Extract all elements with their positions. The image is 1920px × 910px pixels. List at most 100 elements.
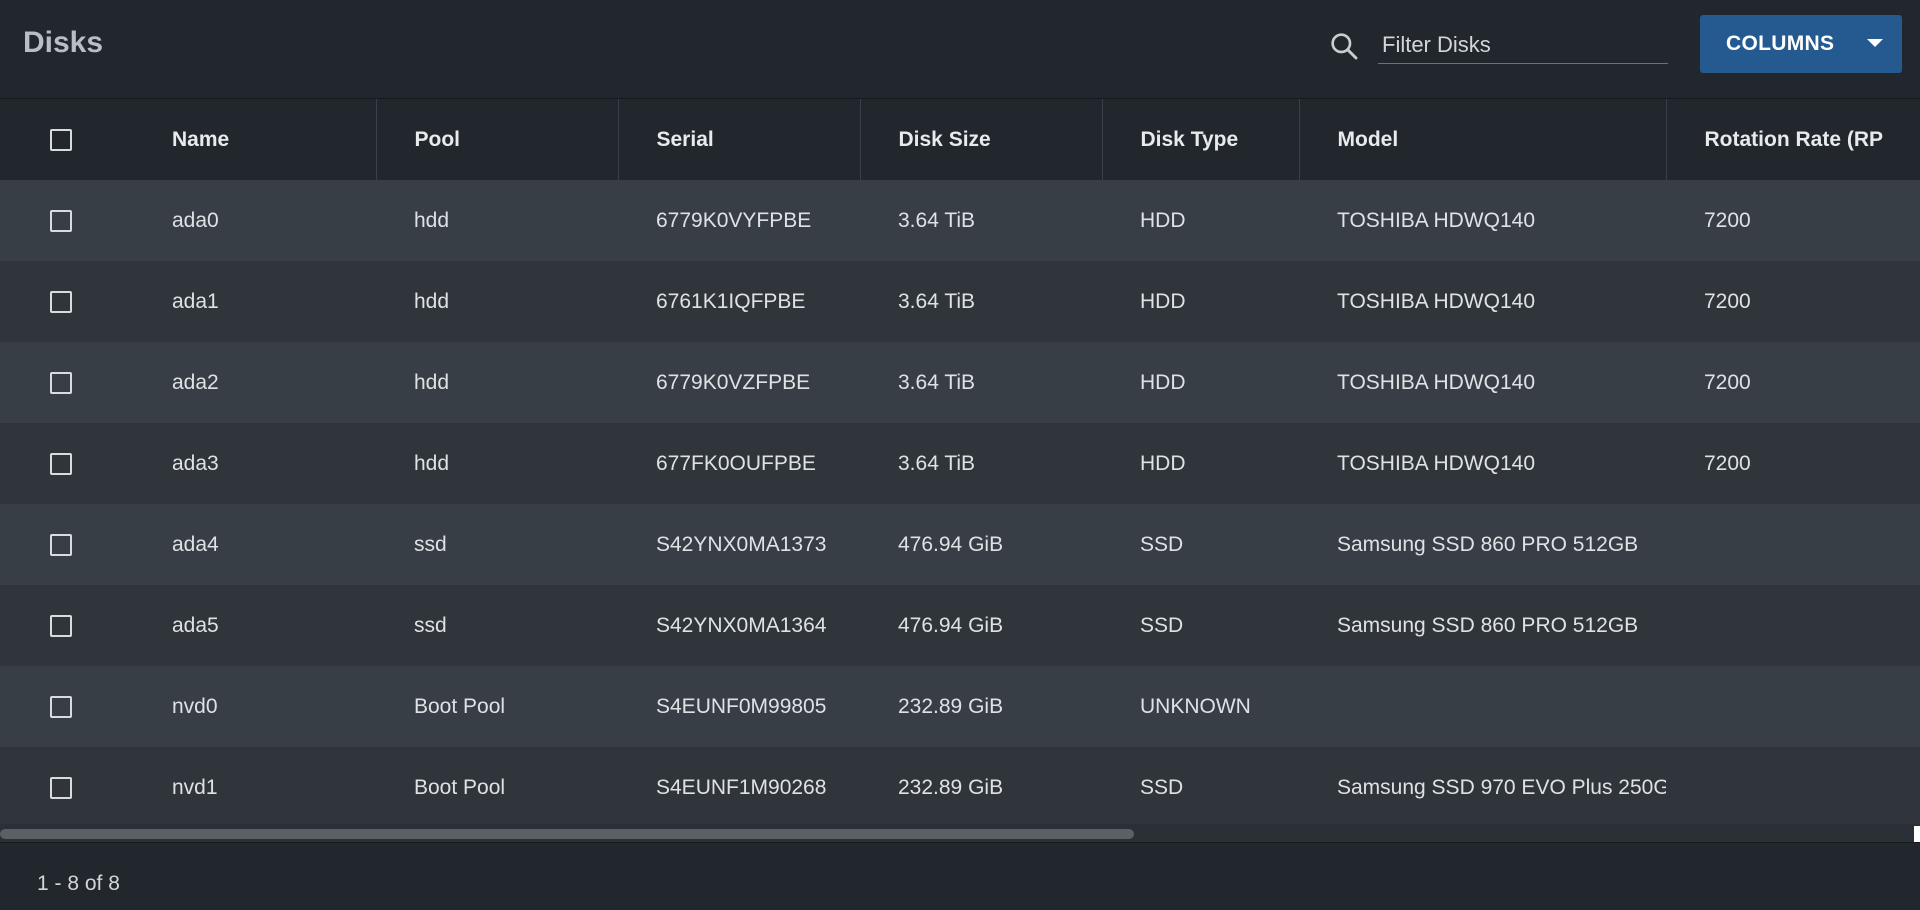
- column-header-pool[interactable]: Pool: [376, 99, 619, 180]
- cell-name: nvd1: [172, 775, 218, 799]
- search-icon[interactable]: [1328, 30, 1360, 62]
- table-row[interactable]: nvd1 Boot Pool S4EUNF1M90268 232.89 GiB …: [0, 747, 1920, 824]
- cell-pool: hdd: [414, 289, 450, 313]
- cell-serial: 6779K0VZFPBE: [656, 370, 811, 394]
- table-row[interactable]: nvd0 Boot Pool S4EUNF0M99805 232.89 GiB …: [0, 666, 1920, 747]
- cell-name: ada1: [172, 289, 219, 313]
- cell-rotation-rate: 7200: [1704, 208, 1751, 232]
- cell-rotation-rate: [1666, 585, 1920, 666]
- column-header-disk-type[interactable]: Disk Type: [1102, 99, 1300, 180]
- row-select-cell: [0, 666, 134, 747]
- cell-rotation-rate: [1666, 504, 1920, 585]
- cell-name: ada0: [172, 208, 219, 232]
- table-footer: 1 - 8 of 8: [0, 842, 1920, 910]
- cell-disk-type: SSD: [1140, 775, 1184, 799]
- row-checkbox[interactable]: [50, 371, 72, 394]
- columns-button[interactable]: COLUMNS: [1700, 15, 1902, 73]
- table-row[interactable]: ada4 ssd S42YNX0MA1373 476.94 GiB SSD Sa…: [0, 504, 1920, 585]
- select-all-cell: [0, 99, 134, 180]
- cell-disk-size: 3.64 TiB: [898, 289, 976, 313]
- cell-serial: 6779K0VYFPBE: [656, 208, 812, 232]
- cell-serial: S4EUNF0M99805: [656, 694, 827, 718]
- cell-disk-type: UNKNOWN: [1140, 694, 1251, 718]
- cell-model: TOSHIBA HDWQ140: [1337, 289, 1536, 313]
- horizontal-scrollbar[interactable]: [0, 824, 1920, 842]
- row-checkbox[interactable]: [50, 209, 72, 232]
- cell-name: ada4: [172, 532, 219, 556]
- cell-pool: ssd: [414, 613, 447, 637]
- row-select-cell: [0, 585, 134, 666]
- table-row[interactable]: ada3 hdd 677FK0OUFPBE 3.64 TiB HDD TOSHI…: [0, 423, 1920, 504]
- row-checkbox[interactable]: [50, 776, 72, 799]
- horizontal-scrollbar-thumb[interactable]: [0, 829, 1134, 839]
- cell-serial: S42YNX0MA1364: [656, 613, 827, 637]
- cell-rotation-rate: [1666, 747, 1920, 824]
- page-title: Disks: [23, 26, 104, 59]
- cell-model: TOSHIBA HDWQ140: [1337, 370, 1536, 394]
- cell-pool: hdd: [414, 370, 450, 394]
- cell-rotation-rate: 7200: [1704, 451, 1751, 475]
- filter-disks-input[interactable]: [1378, 26, 1668, 64]
- cell-name: ada2: [172, 370, 219, 394]
- row-select-cell: [0, 747, 134, 824]
- cell-disk-size: 3.64 TiB: [898, 208, 976, 232]
- table-row[interactable]: ada2 hdd 6779K0VZFPBE 3.64 TiB HDD TOSHI…: [0, 342, 1920, 423]
- cell-pool: hdd: [414, 208, 450, 232]
- row-checkbox[interactable]: [50, 290, 72, 313]
- row-checkbox[interactable]: [50, 452, 72, 475]
- table-row[interactable]: ada1 hdd 6761K1IQFPBE 3.64 TiB HDD TOSHI…: [0, 261, 1920, 342]
- cell-disk-type: SSD: [1140, 613, 1184, 637]
- table-row[interactable]: ada0 hdd 6779K0VYFPBE 3.64 TiB HDD TOSHI…: [0, 180, 1920, 261]
- row-checkbox[interactable]: [50, 533, 72, 556]
- select-all-checkbox[interactable]: [50, 128, 72, 151]
- cell-model: Samsung SSD 860 PRO 512GB: [1337, 613, 1639, 637]
- cell-disk-size: 232.89 GiB: [898, 775, 1004, 799]
- table-header-row: Name Pool Serial Disk Size Disk Type Mod…: [0, 99, 1920, 180]
- cell-serial: S4EUNF1M90268: [656, 775, 827, 799]
- scrollbar-corner: [1914, 826, 1920, 842]
- column-header-name[interactable]: Name: [134, 99, 377, 180]
- disks-table-container: Name Pool Serial Disk Size Disk Type Mod…: [0, 99, 1920, 824]
- cell-model: Samsung SSD 860 PRO 512GB: [1337, 532, 1639, 556]
- caret-down-icon: [1867, 39, 1883, 47]
- cell-name: ada5: [172, 613, 219, 637]
- cell-serial: S42YNX0MA1373: [656, 532, 827, 556]
- row-checkbox[interactable]: [50, 614, 72, 637]
- cell-disk-type: HDD: [1140, 208, 1186, 232]
- pagination-range: 1 - 8 of 8: [37, 872, 120, 895]
- cell-pool: Boot Pool: [414, 775, 506, 799]
- cell-pool: ssd: [414, 532, 447, 556]
- cell-name: nvd0: [172, 694, 218, 718]
- cell-disk-type: HDD: [1140, 370, 1186, 394]
- disks-table: Name Pool Serial Disk Size Disk Type Mod…: [0, 99, 1920, 824]
- cell-disk-size: 3.64 TiB: [898, 370, 976, 394]
- search-box: [1328, 26, 1668, 66]
- top-toolbar: Disks COLUMNS: [0, 0, 1920, 99]
- table-row[interactable]: ada5 ssd S42YNX0MA1364 476.94 GiB SSD Sa…: [0, 585, 1920, 666]
- cell-serial: 677FK0OUFPBE: [656, 451, 816, 475]
- row-select-cell: [0, 504, 134, 585]
- cell-pool: hdd: [414, 451, 450, 475]
- row-checkbox[interactable]: [50, 695, 72, 718]
- cell-disk-type: HDD: [1140, 451, 1186, 475]
- cell-disk-size: 232.89 GiB: [898, 694, 1004, 718]
- cell-name: ada3: [172, 451, 219, 475]
- row-select-cell: [0, 180, 134, 261]
- column-header-serial[interactable]: Serial: [618, 99, 861, 180]
- cell-disk-type: HDD: [1140, 289, 1186, 313]
- cell-model: Samsung SSD 970 EVO Plus 250G: [1337, 775, 1666, 799]
- cell-rotation-rate: 7200: [1704, 289, 1751, 313]
- cell-disk-size: 476.94 GiB: [898, 532, 1004, 556]
- cell-serial: 6761K1IQFPBE: [656, 289, 806, 313]
- column-header-rotation-rate[interactable]: Rotation Rate (RP: [1666, 99, 1920, 180]
- cell-disk-size: 3.64 TiB: [898, 451, 976, 475]
- cell-pool: Boot Pool: [414, 694, 506, 718]
- cell-rotation-rate: 7200: [1704, 370, 1751, 394]
- row-select-cell: [0, 423, 134, 504]
- cell-disk-type: SSD: [1140, 532, 1184, 556]
- column-header-disk-size[interactable]: Disk Size: [860, 99, 1103, 180]
- cell-disk-size: 476.94 GiB: [898, 613, 1004, 637]
- cell-rotation-rate: [1666, 666, 1920, 747]
- column-header-model[interactable]: Model: [1299, 99, 1667, 180]
- cell-model: TOSHIBA HDWQ140: [1337, 451, 1536, 475]
